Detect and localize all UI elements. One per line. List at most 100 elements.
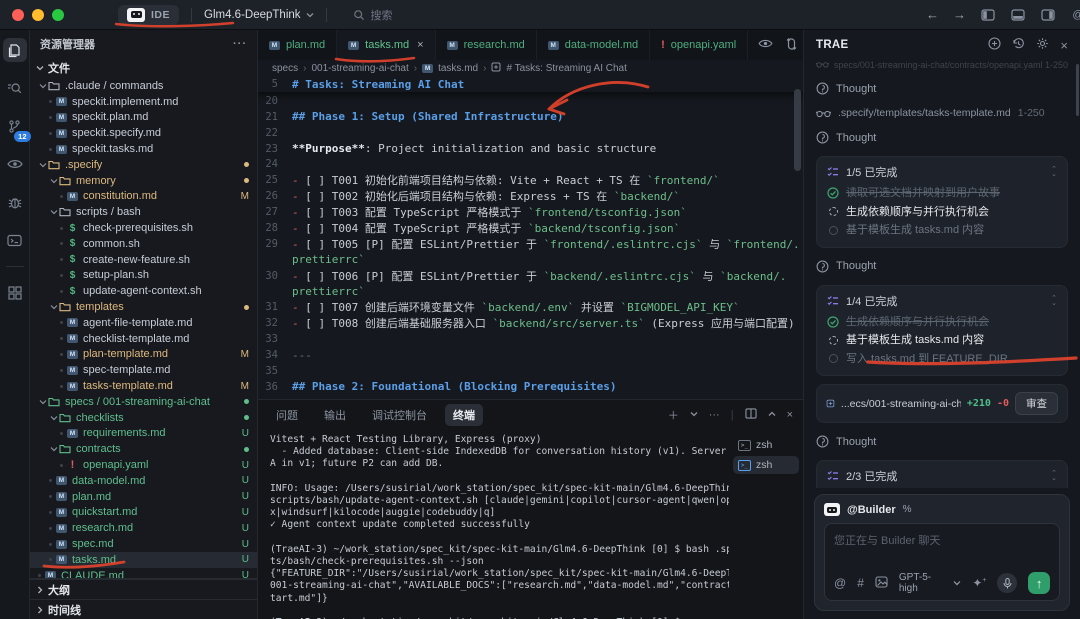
todo-card-header[interactable]: 1/5 已完成 ⌃ ⌄: [827, 164, 1057, 180]
toggle-right-panel-button[interactable]: [1040, 7, 1056, 23]
history-icon[interactable]: [1012, 37, 1025, 53]
panel-tab-终端[interactable]: 终端: [445, 404, 483, 426]
outline-section-header[interactable]: 大纲: [30, 579, 257, 599]
code-editor[interactable]: 5 # Tasks: Streaming AI Chat 20 21 ## Phase…: [258, 77, 803, 399]
tree-file-tasks.md[interactable]: Mtasks.md U: [30, 551, 257, 568]
tree-file-plan-template.md[interactable]: Mplan-template.md M: [30, 347, 257, 363]
toggle-bottom-panel-button[interactable]: [1010, 7, 1026, 23]
thought-row[interactable]: Thought: [816, 82, 1068, 95]
file-change-row[interactable]: ...ecs/001-streaming-ai-chat/tasks.md +21…: [816, 384, 1068, 423]
account-icon[interactable]: @: [1070, 7, 1080, 23]
source-control-icon[interactable]: 12: [3, 114, 31, 142]
tree-folder-contracts[interactable]: contracts: [30, 441, 257, 457]
close-window-button[interactable]: [12, 8, 24, 21]
tree-folder-specs / 001-streaming-ai-chat[interactable]: specs / 001-streaming-ai-chat: [30, 394, 257, 410]
minimize-window-button[interactable]: [32, 8, 44, 21]
tree-folder-checklists[interactable]: checklists: [30, 410, 257, 426]
timeline-section-header[interactable]: 时间线: [30, 599, 257, 619]
tree-folder-scripts / bash[interactable]: scripts / bash: [30, 204, 257, 220]
toggle-left-panel-button[interactable]: [980, 7, 996, 23]
breadcrumb-item[interactable]: tasks.md: [438, 63, 478, 74]
trae-scrollbar[interactable]: [1076, 64, 1079, 116]
breadcrumb[interactable]: specs › 001-streaming-ai-chat › Mtasks.md › # …: [258, 60, 803, 77]
panel-more-actions[interactable]: ···: [709, 409, 720, 421]
tree-file-tasks-template.md[interactable]: Mtasks-template.md M: [30, 378, 257, 394]
mention-icon[interactable]: @: [834, 576, 846, 590]
tree-file-openapi.yaml[interactable]: ! openapi.yaml U: [30, 457, 257, 473]
close-panel-button[interactable]: ×: [787, 409, 793, 421]
tab-plan.md[interactable]: Mplan.md: [258, 30, 338, 60]
agent-name[interactable]: @Builder: [847, 504, 896, 516]
extensions-grid-icon[interactable]: [3, 281, 27, 305]
tree-folder-templates[interactable]: templates: [30, 299, 257, 315]
close-trae-panel-button[interactable]: ×: [1060, 38, 1068, 53]
tree-file-data-model.md[interactable]: Mdata-model.md U: [30, 473, 257, 489]
close-tab-icon[interactable]: ×: [417, 39, 423, 51]
collapse-card-icon[interactable]: ⌃ ⌄: [1051, 166, 1057, 178]
tree-file-setup-plan.sh[interactable]: $ setup-plan.sh: [30, 268, 257, 284]
tree-folder-.specify[interactable]: .specify: [30, 157, 257, 173]
context-hash-icon[interactable]: #: [857, 576, 864, 590]
collapse-card-icon[interactable]: ⌃ ⌄: [1051, 470, 1057, 482]
attach-image-icon[interactable]: [875, 575, 888, 591]
tab-openapi.yaml[interactable]: ! openapi.yaml: [650, 30, 749, 60]
navigate-forward-button[interactable]: →: [953, 7, 966, 22]
window-controls[interactable]: [12, 8, 68, 21]
new-chat-icon[interactable]: [988, 37, 1001, 53]
terminal-dropdown-chevron[interactable]: [690, 409, 698, 421]
tree-file-check-prerequisites.sh[interactable]: $ check-prerequisites.sh: [30, 220, 257, 236]
send-message-button[interactable]: ↑: [1028, 572, 1050, 594]
editor-scrollbar[interactable]: [794, 89, 801, 171]
breadcrumb-item[interactable]: # Tasks: Streaming AI Chat: [506, 63, 626, 74]
settings-gear-icon[interactable]: [1036, 37, 1049, 53]
tree-file-CLAUDE.md[interactable]: M CLAUDE.md U: [30, 568, 257, 578]
preview-markdown-icon[interactable]: [758, 38, 773, 52]
tree-file-create-new-feature.sh[interactable]: $ create-new-feature.sh: [30, 252, 257, 268]
voice-input-icon[interactable]: [997, 573, 1018, 593]
tree-file-speckit.implement.md[interactable]: Mspeckit.implement.md: [30, 94, 257, 110]
terminal-session-2[interactable]: >_ zsh: [733, 456, 799, 474]
tree-file-requirements.md[interactable]: Mrequirements.md U: [30, 426, 257, 442]
tree-file-quickstart.md[interactable]: Mquickstart.md U: [30, 505, 257, 521]
thought-row[interactable]: Thought: [816, 260, 1068, 273]
model-selector[interactable]: GPT-5-high: [899, 572, 961, 594]
files-section-header[interactable]: 文件: [30, 58, 257, 78]
tree-file-checklist-template.md[interactable]: Mchecklist-template.md: [30, 331, 257, 347]
tree-file-speckit.tasks.md[interactable]: Mspeckit.tasks.md: [30, 141, 257, 157]
tree-file-speckit.specify.md[interactable]: Mspeckit.specify.md: [30, 125, 257, 141]
panel-tab-输出[interactable]: 输出: [316, 404, 354, 426]
explorer-icon[interactable]: [2, 38, 27, 62]
maximize-panel-chevron[interactable]: [768, 409, 776, 421]
terminal-session-1[interactable]: >_ zsh: [733, 436, 799, 454]
tree-file-agent-file-template.md[interactable]: Magent-file-template.md: [30, 315, 257, 331]
breadcrumb-item[interactable]: 001-streaming-ai-chat: [311, 63, 408, 74]
tree-file-spec-template.md[interactable]: Mspec-template.md: [30, 362, 257, 378]
debug-bug-icon[interactable]: [3, 190, 27, 214]
split-terminal-icon[interactable]: [744, 408, 757, 422]
todo-card-header[interactable]: 2/3 已完成 ⌃ ⌄: [827, 468, 1057, 484]
todo-card-header[interactable]: 1/4 已完成 ⌃ ⌄: [827, 293, 1057, 309]
search-sidebar-icon[interactable]: [3, 76, 27, 100]
tree-file-spec.md[interactable]: Mspec.md U: [30, 536, 257, 552]
tab-tasks.md[interactable]: Mtasks.md ×: [337, 30, 436, 60]
tree-file-speckit.plan.md[interactable]: Mspeckit.plan.md: [30, 110, 257, 126]
tree-file-research.md[interactable]: Mresearch.md U: [30, 520, 257, 536]
zoom-window-button[interactable]: [52, 8, 64, 21]
terminal-output[interactable]: Vitest + React Testing Library, Express …: [258, 430, 729, 619]
collapse-card-icon[interactable]: ⌃ ⌄: [1051, 295, 1057, 307]
file-reference-row[interactable]: .specify/templates/tasks-template.md 1-25…: [816, 107, 1068, 119]
new-terminal-button[interactable]: ＋: [668, 407, 679, 423]
explorer-more-actions[interactable]: ···: [233, 38, 247, 50]
tree-folder-.claude / commands[interactable]: .claude / commands: [30, 78, 257, 94]
console-panel-icon[interactable]: [3, 228, 27, 252]
chat-input-field[interactable]: 您正在与 Builder 聊天 @ # GPT-5-high ✦+ ↑: [824, 523, 1060, 601]
project-switcher[interactable]: Glm4.6-DeepThink: [204, 9, 314, 21]
enhance-prompt-icon[interactable]: ✦+: [972, 576, 986, 590]
open-changes-icon[interactable]: [785, 37, 798, 53]
review-button[interactable]: 审查: [1015, 392, 1058, 415]
tree-folder-memory[interactable]: memory: [30, 173, 257, 189]
thought-row[interactable]: Thought: [816, 131, 1068, 144]
global-search[interactable]: 搜索: [353, 7, 393, 23]
panel-tab-问题[interactable]: 问题: [268, 404, 306, 426]
tab-data-model.md[interactable]: Mdata-model.md: [536, 30, 651, 60]
